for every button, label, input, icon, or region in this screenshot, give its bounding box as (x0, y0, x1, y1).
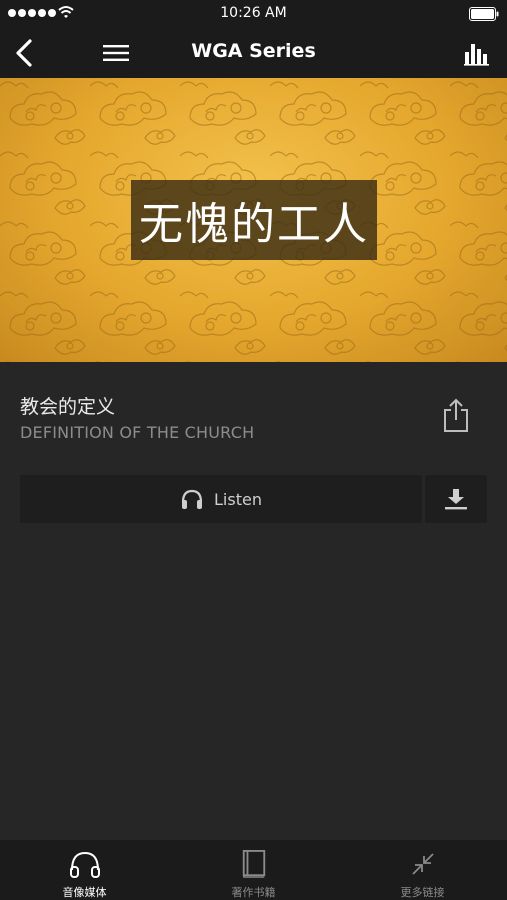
sermon-title: 教会的定义 (20, 396, 116, 418)
series-banner-image: 无愧的工人 (0, 78, 507, 362)
screen: 10:26 AM WGA Series 无愧的工人 教会的定义 DEFINITI… (0, 0, 507, 900)
banner-title: 无愧的工人 (139, 199, 369, 250)
battery-icon (469, 7, 499, 21)
page-title: WGA Series (191, 40, 316, 62)
status-time: 10:26 AM (220, 5, 287, 21)
share-icon[interactable] (441, 398, 471, 434)
navigation-bar: WGA Series (0, 28, 507, 78)
download-button[interactable] (425, 475, 487, 523)
status-bar: 10:26 AM (0, 0, 507, 28)
listen-label: Listen (214, 489, 262, 509)
tab-books[interactable]: 著作书籍 (169, 840, 338, 900)
banner-title-box: 无愧的工人 (131, 180, 377, 260)
collapse-arrows-icon (411, 853, 434, 875)
download-icon (445, 489, 467, 510)
listen-button[interactable]: Listen (20, 475, 422, 523)
tab-label: 著作书籍 (231, 886, 276, 899)
tab-media[interactable]: 音像媒体 (0, 840, 169, 900)
sermon-subtitle: DEFINITION OF THE CHURCH (20, 423, 255, 442)
headphones-icon (181, 489, 203, 509)
tab-label: 更多链接 (400, 886, 445, 899)
tab-label: 音像媒体 (62, 886, 107, 899)
tab-bar: 音像媒体 著作书籍 更多链接 (0, 840, 507, 900)
headphones-icon (69, 851, 100, 878)
tab-links[interactable]: 更多链接 (338, 840, 507, 900)
book-icon (242, 850, 265, 878)
bar-chart-icon[interactable] (463, 40, 491, 66)
